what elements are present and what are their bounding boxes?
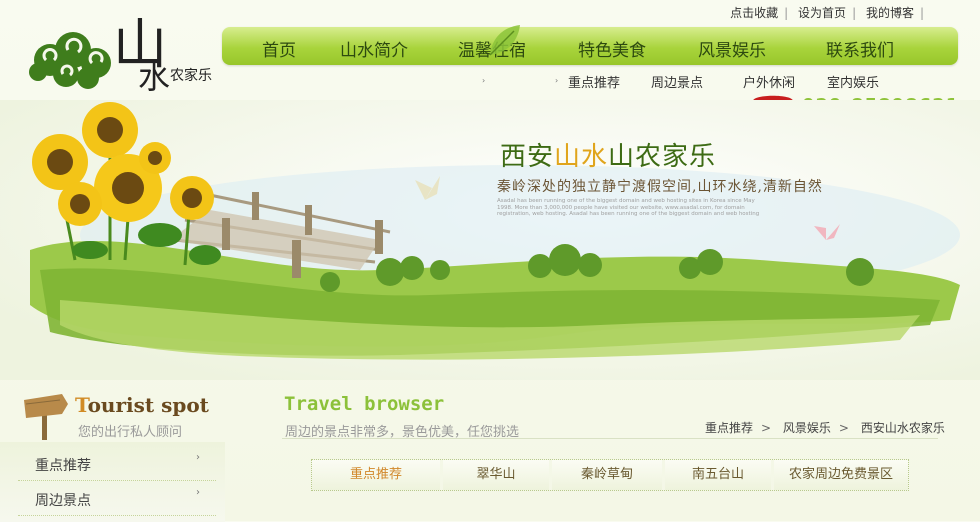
nav-scenery[interactable]: 风景娱乐 <box>698 36 766 61</box>
banner-subtitle: 秦岭深处的独立静宁渡假空间,山环水绕,清新自然 <box>497 179 823 195</box>
breadcrumb-item[interactable]: 风景娱乐 <box>783 421 831 435</box>
bookmark-link[interactable]: 点击收藏 <box>730 6 778 20</box>
bullet-icon: › <box>555 76 559 85</box>
cloud-swirl-icon: 山 水 农家乐 <box>29 13 212 96</box>
breadcrumb-item[interactable]: 西安山水农家乐 <box>861 421 945 435</box>
signpost-icon <box>24 394 68 440</box>
bullet-icon: › <box>196 452 200 463</box>
divider: | <box>852 6 857 20</box>
banner-title: 西安山水山农家乐 <box>500 142 717 172</box>
set-homepage-link[interactable]: 设为首页 <box>798 6 846 20</box>
tab-qinling-meadow[interactable]: 秦岭草甸 <box>552 460 662 490</box>
nav-contact[interactable]: 联系我们 <box>826 36 894 61</box>
subnav-item-indoor[interactable]: 室内娱乐 <box>827 72 879 91</box>
divider: | <box>919 6 924 20</box>
tab-bar: 重点推荐 翠华山 秦岭草甸 南五台山 农家周边免费景区 <box>311 459 909 491</box>
top-links: 点击收藏 | 设为首页 | 我的博客 | <box>730 4 930 21</box>
divider <box>282 438 938 439</box>
breadcrumb: 重点推荐 > 风景娱乐 > 西安山水农家乐 <box>705 419 945 436</box>
leaf-icon <box>489 25 520 56</box>
tab-free-scenic-areas[interactable]: 农家周边免费景区 <box>774 460 908 490</box>
subnav-item-nearby[interactable]: 周边景点 <box>651 72 703 91</box>
banner-fine-print: Asadal has been running one of the bigge… <box>497 198 760 217</box>
logo-glyph-shui: 水 <box>138 58 170 96</box>
sidebar-title: Tourist spot <box>75 393 209 417</box>
bullet-icon: › <box>196 487 200 498</box>
my-blog-link[interactable]: 我的博客 <box>866 6 914 20</box>
bullet-icon: › <box>482 76 486 85</box>
sidebar-item-nearby[interactable]: 周边景点 › <box>18 481 216 516</box>
tab-cuihua-mountain[interactable]: 翠华山 <box>443 460 549 490</box>
section-title: Travel browser <box>284 393 445 415</box>
chevron-right-icon: > <box>761 421 772 435</box>
breadcrumb-item[interactable]: 重点推荐 <box>705 421 753 435</box>
nav-about[interactable]: 山水简介 <box>340 36 408 61</box>
hero-banner <box>0 100 980 380</box>
subnav-item-outdoor[interactable]: 户外休闲 <box>743 72 795 91</box>
nav-food[interactable]: 特色美食 <box>578 36 646 61</box>
sidebar-subtitle: 您的出行私人顾问 <box>78 425 183 440</box>
logo-text: 农家乐 <box>170 67 212 84</box>
tab-nanwutai-mountain[interactable]: 南五台山 <box>665 460 771 490</box>
site-logo[interactable]: 山 水 农家乐 <box>18 8 223 98</box>
chevron-right-icon: > <box>838 421 849 435</box>
landscape-illustration <box>0 100 980 380</box>
nav-home[interactable]: 首页 <box>262 36 296 61</box>
divider: | <box>784 6 789 20</box>
subnav-item-recommend[interactable]: 重点推荐 <box>568 72 620 91</box>
main-nav: 首页 山水简介 温馨住宿 特色美食 风景娱乐 联系我们 <box>222 25 958 65</box>
sidebar-item-recommend[interactable]: 重点推荐 › <box>18 446 216 481</box>
tab-recommend[interactable]: 重点推荐 <box>312 460 440 490</box>
